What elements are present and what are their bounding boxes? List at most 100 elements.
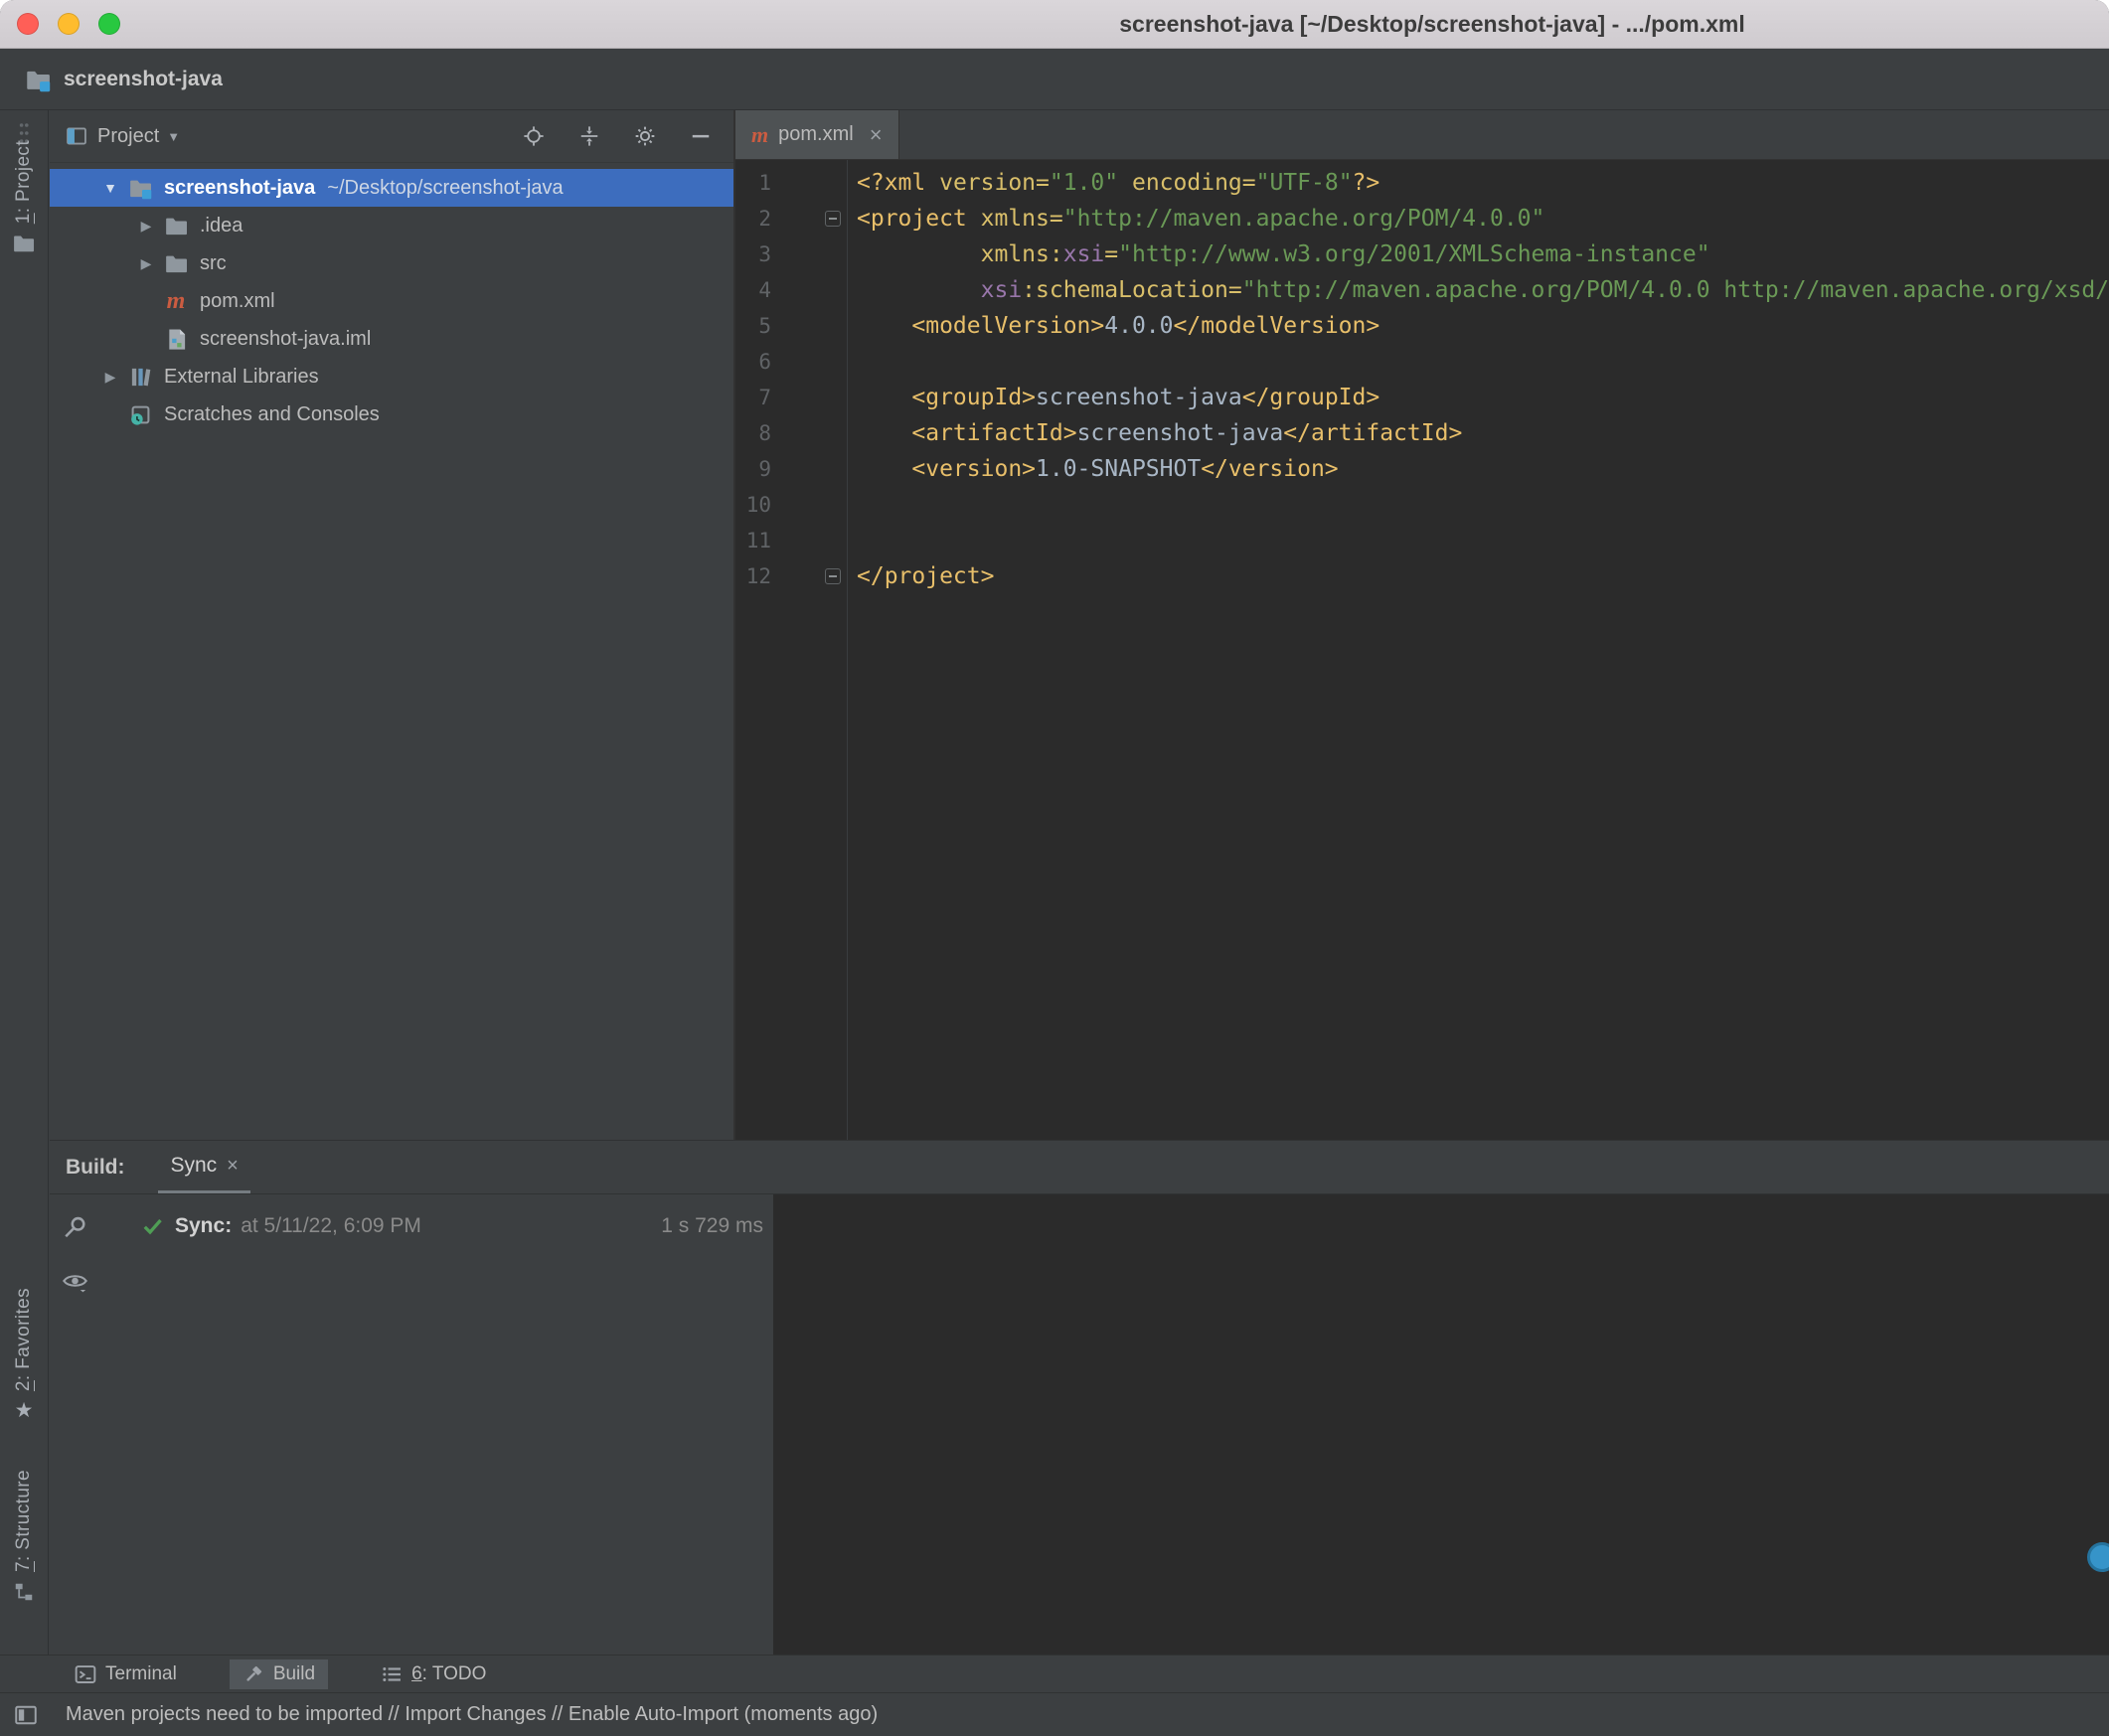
- zoom-window-button[interactable]: [98, 13, 120, 35]
- collapse-all-icon[interactable]: [578, 125, 600, 147]
- build-tab-sync[interactable]: Sync ×: [158, 1141, 249, 1193]
- code-line-1[interactable]: 1<?xml version="1.0" encoding="UTF-8"?>: [735, 165, 2109, 201]
- line-number: 5: [735, 308, 771, 344]
- settings-gear-icon[interactable]: [634, 125, 656, 147]
- chevron-down-icon[interactable]: ▼: [167, 129, 180, 144]
- tool-button-todo[interactable]: 6: TODO: [368, 1659, 499, 1689]
- tool-button-favorites[interactable]: 2: Favorites ★: [0, 1288, 48, 1422]
- folder-icon: [161, 214, 191, 237]
- toolwindow-toggle-icon[interactable]: [14, 1703, 38, 1727]
- code-line-3[interactable]: 3 xmlns:xsi="http://www.w3.org/2001/XMLS…: [735, 237, 2109, 272]
- build-row-duration: 1 s 729 ms: [661, 1214, 763, 1238]
- navigation-bar: screenshot-java: [0, 50, 2109, 110]
- tool-button-terminal[interactable]: Terminal: [62, 1659, 190, 1689]
- code-line-6[interactable]: 6: [735, 344, 2109, 380]
- code-line-9[interactable]: 9 <version>1.0-SNAPSHOT</version>: [735, 451, 2109, 487]
- structure-icon: [13, 1581, 35, 1603]
- code-text: <artifactId>screenshot-java</artifactId>: [857, 420, 1462, 446]
- build-output-console[interactable]: [773, 1194, 2109, 1655]
- line-number: 11: [735, 523, 771, 558]
- code-line-2[interactable]: 2<project xmlns="http://maven.apache.org…: [735, 201, 2109, 237]
- tree-item-label: pom.xml: [200, 290, 275, 313]
- code-line-7[interactable]: 7 <groupId>screenshot-java</groupId>: [735, 380, 2109, 415]
- notification-dot[interactable]: [2087, 1542, 2109, 1572]
- code-line-10[interactable]: 10: [735, 487, 2109, 523]
- enable-auto-import-link[interactable]: Enable Auto-Import: [568, 1703, 738, 1725]
- build-panel: Sync: at 5/11/22, 6:09 PM 1 s 729 ms: [50, 1194, 2109, 1655]
- code-line-8[interactable]: 8 <artifactId>screenshot-java</artifactI…: [735, 415, 2109, 451]
- code-text: <version>1.0-SNAPSHOT</version>: [857, 456, 1339, 482]
- build-sync-row[interactable]: Sync: at 5/11/22, 6:09 PM 1 s 729 ms: [100, 1206, 773, 1246]
- editor-tab-pom-xml[interactable]: m pom.xml ×: [735, 110, 899, 159]
- tree-item-label: External Libraries: [164, 366, 319, 389]
- libraries-icon: [125, 365, 155, 389]
- code-line-11[interactable]: 11: [735, 523, 2109, 558]
- tree-item-pom-xml[interactable]: m pom.xml: [50, 282, 733, 320]
- maven-icon: m: [161, 289, 191, 313]
- code-text: <modelVersion>4.0.0</modelVersion>: [857, 313, 1379, 339]
- tree-item-label: screenshot-java: [164, 177, 315, 200]
- chevron-down-icon[interactable]: ▼: [95, 180, 125, 196]
- status-message: Maven projects need to be imported // Im…: [66, 1703, 878, 1726]
- build-panel-toolbar: [50, 1194, 100, 1655]
- chevron-right-icon[interactable]: ▶: [131, 255, 161, 272]
- folder-icon: [13, 233, 35, 254]
- titlebar: screenshot-java [~/Desktop/screenshot-ja…: [0, 0, 2109, 49]
- fold-marker-icon[interactable]: [825, 211, 841, 227]
- tree-item-scratches-and-consoles[interactable]: Scratches and Consoles: [50, 395, 733, 433]
- code-line-12[interactable]: 12</project>: [735, 558, 2109, 594]
- tool-button-structure[interactable]: 7: Structure: [0, 1470, 48, 1603]
- project-folder-icon: [125, 176, 155, 200]
- code-line-4[interactable]: 4 xsi:schemaLocation="http://maven.apach…: [735, 272, 2109, 308]
- locate-icon[interactable]: [523, 125, 545, 147]
- scratches-icon: [125, 402, 155, 426]
- tool-button-project[interactable]: 1: Project: [0, 140, 48, 254]
- code-text: <groupId>screenshot-java</groupId>: [857, 385, 1379, 410]
- close-sync-tab-icon[interactable]: ×: [227, 1155, 239, 1178]
- tree-item-label: .idea: [200, 215, 243, 237]
- line-number: 2: [735, 201, 771, 237]
- success-check-icon: [141, 1214, 165, 1238]
- tool-button-favorites-label: 2: Favorites: [13, 1288, 35, 1391]
- left-tool-stripe: 1: Project 2: Favorites ★ 7: Structure: [0, 110, 49, 1655]
- editor[interactable]: 1<?xml version="1.0" encoding="UTF-8"?>2…: [735, 160, 2109, 1140]
- breadcrumb-project[interactable]: screenshot-java: [64, 68, 223, 91]
- tree-item-external-libraries[interactable]: ▶ External Libraries: [50, 358, 733, 395]
- window-title: screenshot-java [~/Desktop/screenshot-ja…: [1119, 0, 1745, 49]
- tree-item-idea[interactable]: ▶ .idea: [50, 207, 733, 244]
- fold-marker-icon[interactable]: [825, 568, 841, 584]
- iml-file-icon: [161, 327, 191, 351]
- build-tree: Sync: at 5/11/22, 6:09 PM 1 s 729 ms: [100, 1194, 773, 1655]
- hide-panel-icon[interactable]: [690, 125, 712, 147]
- minimize-window-button[interactable]: [58, 13, 80, 35]
- tree-item-src[interactable]: ▶src: [50, 244, 733, 282]
- tree-item-screenshot-java[interactable]: ▼screenshot-java~/Desktop/screenshot-jav…: [50, 169, 733, 207]
- close-window-button[interactable]: [17, 13, 39, 35]
- maven-icon: m: [751, 123, 768, 147]
- line-number: 9: [735, 451, 771, 487]
- import-changes-link[interactable]: Import Changes: [405, 1703, 546, 1725]
- tree-item-screenshot-java-iml[interactable]: screenshot-java.iml: [50, 320, 733, 358]
- editor-tab-bar: m pom.xml ×: [735, 110, 2109, 160]
- pin-icon[interactable]: [62, 1214, 88, 1241]
- tool-button-structure-label: 7: Structure: [13, 1470, 35, 1572]
- code-line-5[interactable]: 5 <modelVersion>4.0.0</modelVersion>: [735, 308, 2109, 344]
- code-text: </project>: [857, 563, 994, 589]
- filter-eye-icon[interactable]: [62, 1269, 88, 1296]
- close-tab-icon[interactable]: ×: [870, 122, 883, 148]
- editor-tab-label: pom.xml: [778, 123, 854, 146]
- project-tree: ▼screenshot-java~/Desktop/screenshot-jav…: [50, 163, 733, 433]
- project-panel-header: Project ▼: [50, 110, 733, 163]
- chevron-right-icon[interactable]: ▶: [131, 218, 161, 235]
- terminal-label: Terminal: [105, 1663, 177, 1685]
- chevron-right-icon[interactable]: ▶: [95, 369, 125, 386]
- project-view-selector[interactable]: Project: [97, 125, 159, 148]
- tree-item-label: Scratches and Consoles: [164, 403, 380, 426]
- star-icon: ★: [15, 1400, 34, 1422]
- tool-button-project-label: 1: Project: [13, 140, 35, 224]
- line-number: 1: [735, 165, 771, 201]
- tool-button-build[interactable]: Build: [230, 1659, 328, 1689]
- todo-list-icon: [381, 1663, 403, 1685]
- line-number: 8: [735, 415, 771, 451]
- build-panel-header: Build: Sync ×: [50, 1140, 2109, 1194]
